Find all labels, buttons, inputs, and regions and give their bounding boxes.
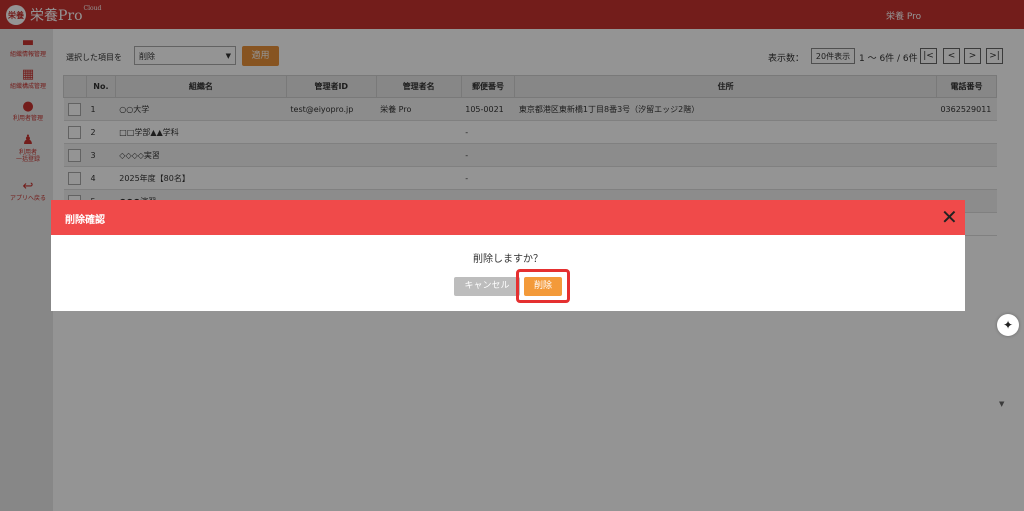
- close-icon[interactable]: ✕: [941, 205, 958, 229]
- dialog-message: 削除しますか？: [473, 254, 543, 265]
- dialog-header: 削除確認 ✕: [51, 200, 965, 235]
- sparkle-icon[interactable]: ✦: [997, 314, 1019, 336]
- cancel-button[interactable]: キャンセル: [454, 277, 520, 296]
- delete-confirm-dialog: 削除確認 ✕ 削除しますか？ キャンセル 削除: [51, 200, 965, 311]
- dialog-title: 削除確認: [65, 215, 105, 226]
- delete-button[interactable]: 削除: [524, 277, 562, 296]
